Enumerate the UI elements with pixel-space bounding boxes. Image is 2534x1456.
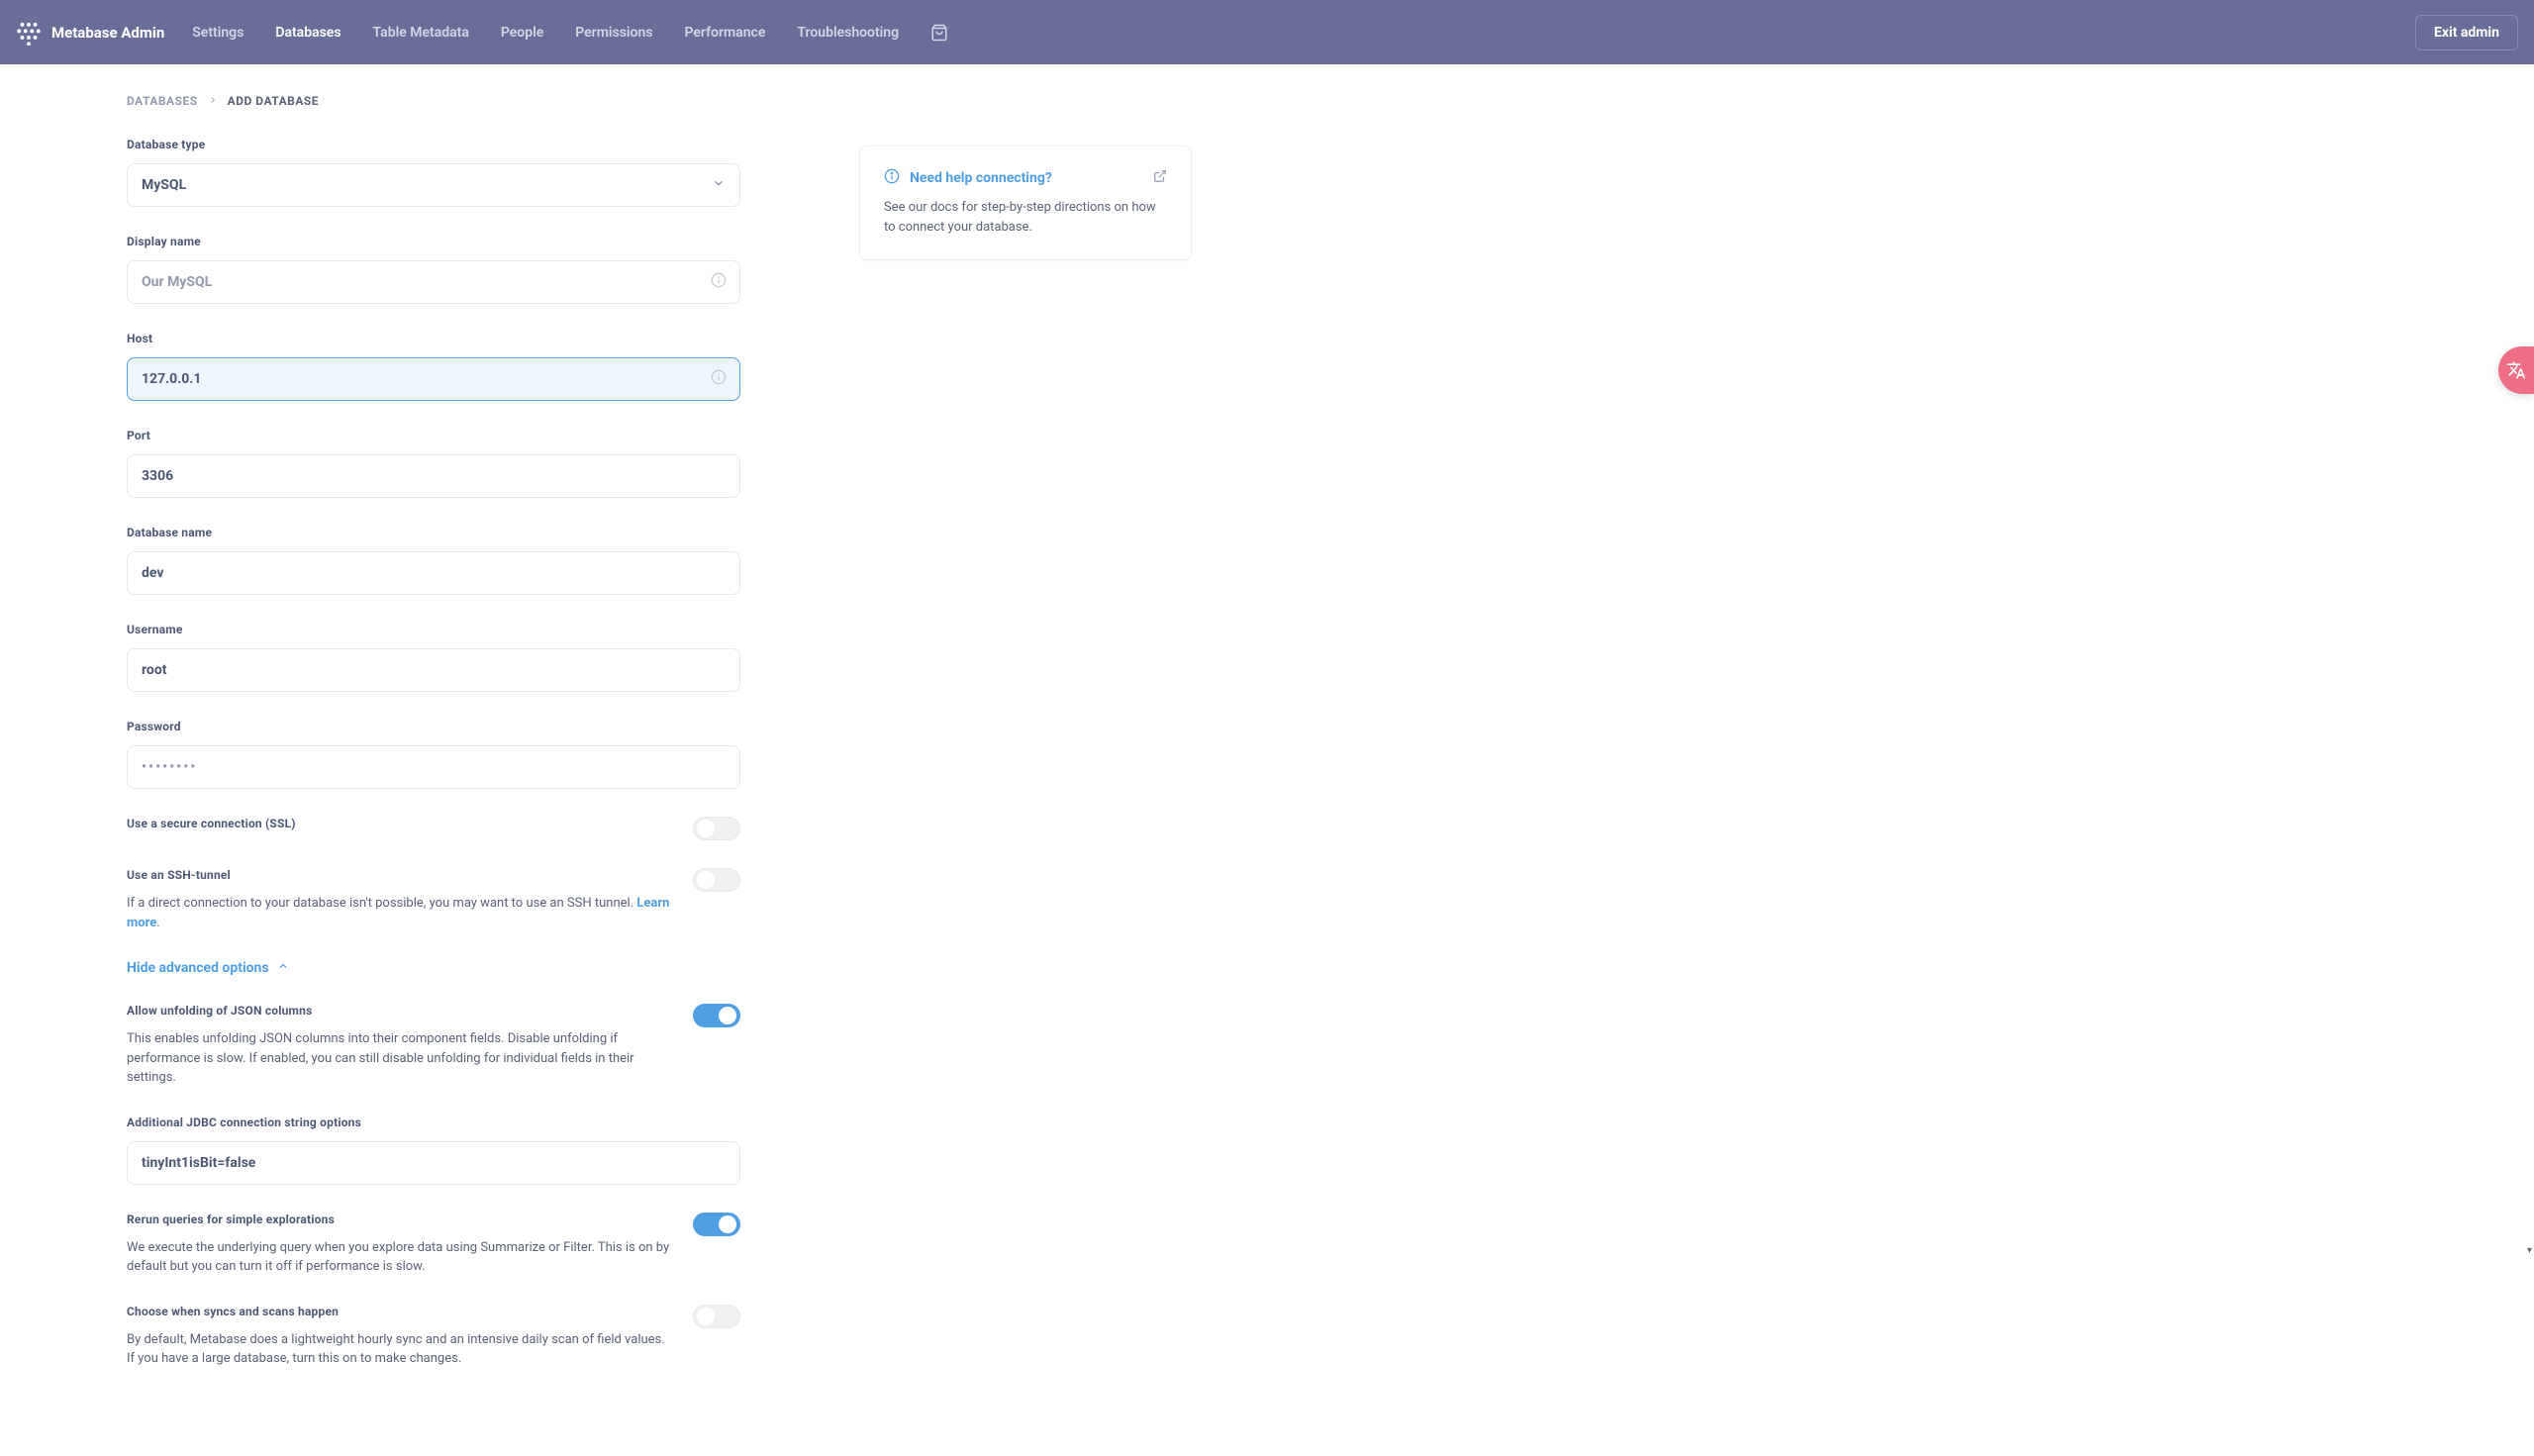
label-ssl: Use a secure connection (SSL) [127, 817, 673, 830]
field-display-name: Display name [127, 235, 740, 304]
admin-nav: Settings Databases Table Metadata People… [192, 24, 2415, 42]
page-content: DATABASES ADD DATABASE Database type MyS… [0, 64, 2534, 1456]
label-rerun: Rerun queries for simple explorations [127, 1213, 673, 1226]
label-json: Allow unfolding of JSON columns [127, 1004, 673, 1018]
row-rerun: Rerun queries for simple explorations We… [127, 1213, 740, 1277]
info-icon [884, 168, 900, 188]
external-link-icon[interactable] [1153, 169, 1167, 187]
nav-table-metadata[interactable]: Table Metadata [373, 25, 469, 41]
info-icon[interactable] [711, 272, 727, 292]
breadcrumb-current: ADD DATABASE [228, 94, 319, 108]
input-username[interactable] [127, 648, 740, 692]
label-ssh: Use an SSH-tunnel [127, 868, 673, 882]
field-host: Host [127, 332, 740, 401]
help-body: See our docs for step-by-step directions… [884, 198, 1167, 238]
desc-syncs: By default, Metabase does a lightweight … [127, 1330, 673, 1369]
form-column: DATABASES ADD DATABASE Database type MyS… [127, 94, 740, 1397]
desc-json: This enables unfolding JSON columns into… [127, 1029, 673, 1088]
chevron-up-icon [277, 960, 289, 976]
metabase-logo-icon [16, 20, 42, 46]
input-host[interactable] [127, 357, 740, 401]
field-username: Username [127, 623, 740, 692]
toggle-rerun[interactable] [693, 1213, 740, 1236]
brand[interactable]: Metabase Admin [16, 20, 164, 46]
toggle-syncs[interactable] [693, 1305, 740, 1328]
help-card: Need help connecting? See our docs for s… [859, 146, 1192, 260]
toggle-ssl[interactable] [693, 817, 740, 840]
label-port: Port [127, 429, 740, 442]
nav-permissions[interactable]: Permissions [575, 25, 652, 41]
admin-header: Metabase Admin Settings Databases Table … [0, 0, 2534, 64]
input-jdbc[interactable] [127, 1141, 740, 1185]
row-syncs: Choose when syncs and scans happen By de… [127, 1305, 740, 1369]
chevron-right-icon [208, 94, 218, 108]
select-db-type[interactable]: MySQL [127, 163, 740, 207]
toggle-ssh[interactable] [693, 868, 740, 892]
info-icon[interactable] [711, 369, 727, 389]
row-json: Allow unfolding of JSON columns This ena… [127, 1004, 740, 1088]
brand-text: Metabase Admin [51, 24, 164, 42]
scroll-indicator-icon[interactable]: ▾ [2527, 1245, 2532, 1256]
row-ssl: Use a secure connection (SSL) [127, 817, 740, 840]
desc-ssh: If a direct connection to your database … [127, 894, 673, 932]
label-jdbc: Additional JDBC connection string option… [127, 1116, 740, 1129]
breadcrumb-databases[interactable]: DATABASES [127, 94, 198, 108]
toggle-json[interactable] [693, 1004, 740, 1027]
nav-troubleshooting[interactable]: Troubleshooting [797, 25, 899, 41]
label-host: Host [127, 332, 740, 345]
nav-settings[interactable]: Settings [192, 25, 244, 41]
input-display-name[interactable] [127, 260, 740, 304]
nav-databases[interactable]: Databases [275, 25, 341, 41]
field-port: Port [127, 429, 740, 498]
desc-rerun: We execute the underlying query when you… [127, 1238, 673, 1277]
row-ssh: Use an SSH-tunnel If a direct connection… [127, 868, 740, 932]
input-port[interactable] [127, 454, 740, 498]
nav-people[interactable]: People [501, 25, 543, 41]
field-db-name: Database name [127, 526, 740, 595]
field-password: Password [127, 720, 740, 789]
label-db-type: Database type [127, 138, 740, 151]
label-display-name: Display name [127, 235, 740, 248]
label-password: Password [127, 720, 740, 733]
input-password[interactable] [127, 745, 740, 789]
field-jdbc: Additional JDBC connection string option… [127, 1116, 740, 1185]
select-db-type-value: MySQL [142, 177, 186, 193]
field-db-type: Database type MySQL [127, 138, 740, 207]
label-username: Username [127, 623, 740, 636]
advanced-options-toggle[interactable]: Hide advanced options [127, 960, 740, 976]
label-db-name: Database name [127, 526, 740, 539]
chevron-down-icon [712, 176, 726, 194]
label-syncs: Choose when syncs and scans happen [127, 1305, 673, 1318]
exit-admin-button[interactable]: Exit admin [2415, 15, 2518, 50]
store-icon[interactable] [930, 24, 948, 42]
help-title-link[interactable]: Need help connecting? [910, 170, 1052, 186]
input-db-name[interactable] [127, 551, 740, 595]
nav-performance[interactable]: Performance [685, 25, 766, 41]
breadcrumb: DATABASES ADD DATABASE [127, 94, 740, 108]
